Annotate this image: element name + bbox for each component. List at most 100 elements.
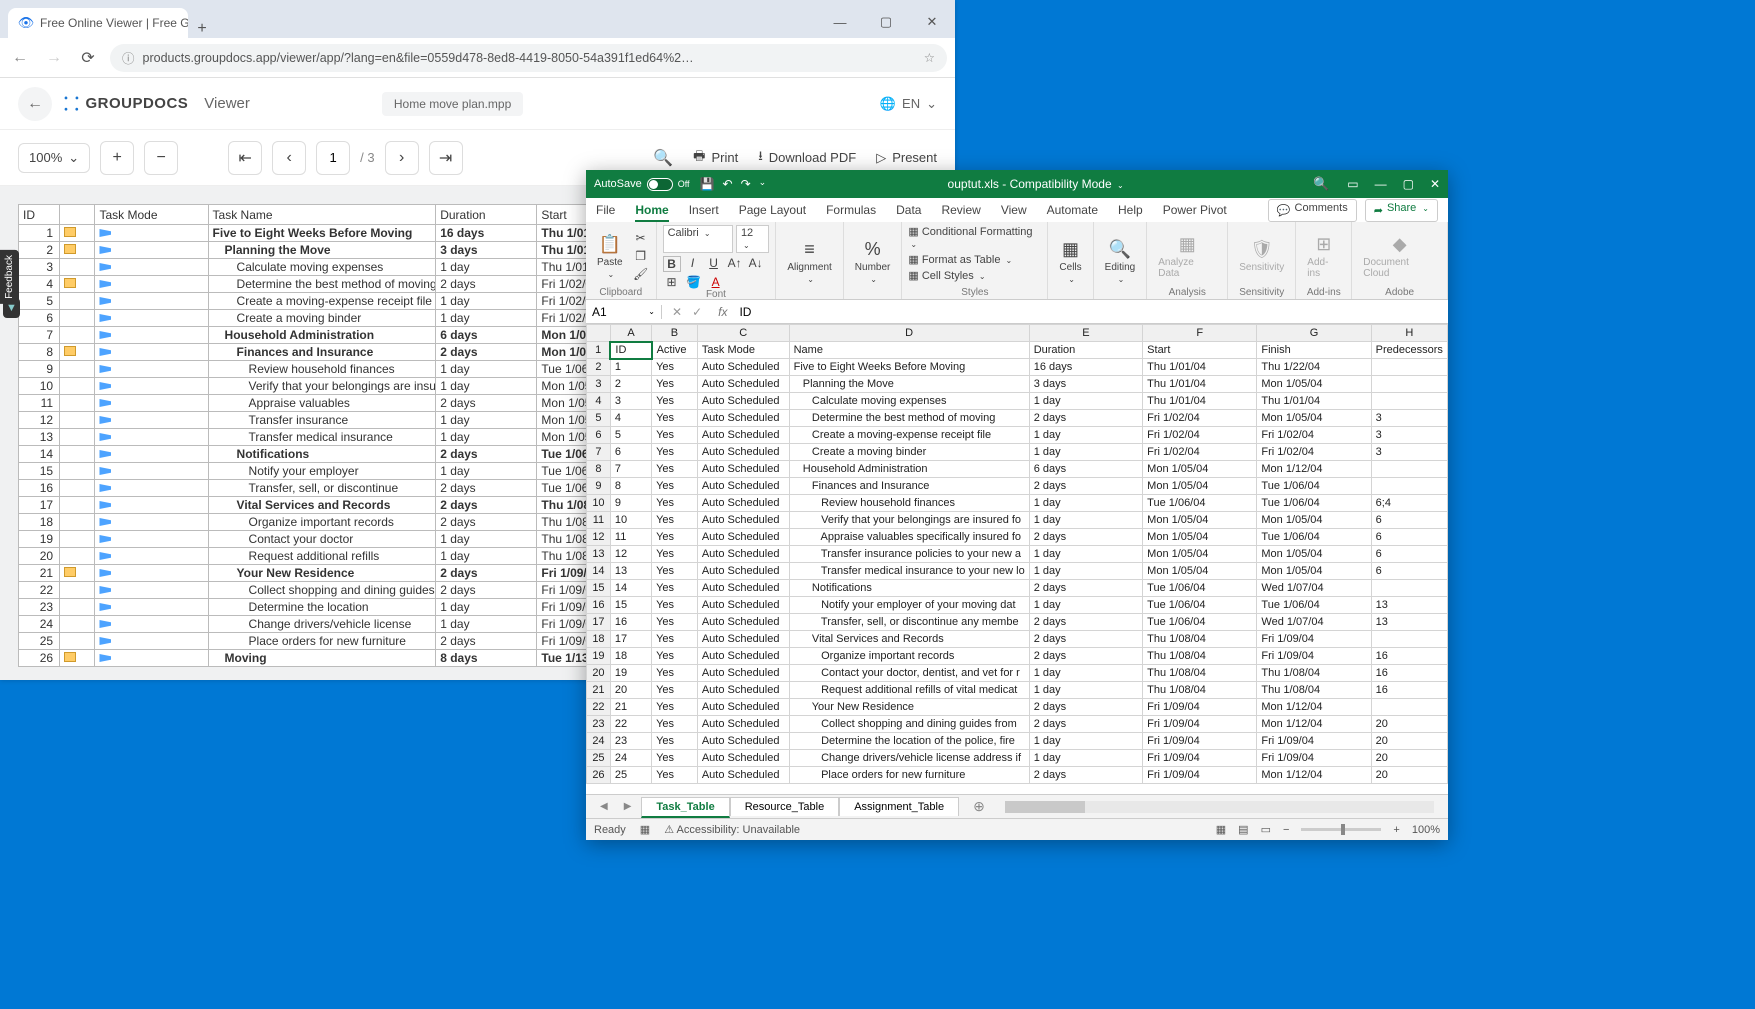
- cell[interactable]: 7: [610, 461, 651, 478]
- format-as-table-button[interactable]: ▦ Format as Table ⌄: [908, 253, 1012, 266]
- cell[interactable]: 19: [610, 665, 651, 682]
- cell[interactable]: Yes: [652, 597, 698, 614]
- maximize-button[interactable]: ▢: [863, 6, 909, 38]
- cell[interactable]: 6: [1371, 546, 1447, 563]
- cell[interactable]: Auto Scheduled: [697, 597, 789, 614]
- row-header[interactable]: 9: [587, 478, 611, 495]
- cell[interactable]: Yes: [652, 444, 698, 461]
- address-bar[interactable]: ⓘ products.groupdocs.app/viewer/app/?lan…: [110, 44, 947, 72]
- macro-icon[interactable]: ▦: [640, 823, 650, 836]
- cell[interactable]: 6: [1371, 563, 1447, 580]
- cell[interactable]: 3: [1371, 444, 1447, 461]
- share-button[interactable]: ➦ Share ⌄: [1365, 199, 1438, 222]
- cell[interactable]: Five to Eight Weeks Before Moving: [789, 359, 1029, 376]
- table-row[interactable]: 54YesAuto Scheduled Determine the best m…: [587, 410, 1448, 427]
- cell[interactable]: Yes: [652, 478, 698, 495]
- cell[interactable]: Auto Scheduled: [697, 495, 789, 512]
- table-row[interactable]: 1615YesAuto Scheduled Notify your employ…: [587, 597, 1448, 614]
- last-page-button[interactable]: ⇥: [429, 141, 463, 175]
- cell[interactable]: Transfer medical insurance to your new l…: [789, 563, 1029, 580]
- cell[interactable]: Auto Scheduled: [697, 359, 789, 376]
- cell[interactable]: Thu 1/01/04: [1143, 393, 1257, 410]
- cell[interactable]: 1 day: [1029, 427, 1142, 444]
- increase-font-icon[interactable]: A↑: [726, 256, 744, 272]
- cell[interactable]: 13: [610, 563, 651, 580]
- row-header[interactable]: 10: [587, 495, 611, 512]
- cell[interactable]: Planning the Move: [789, 376, 1029, 393]
- cell[interactable]: Yes: [652, 376, 698, 393]
- cell[interactable]: Auto Scheduled: [697, 648, 789, 665]
- cell[interactable]: Name: [789, 342, 1029, 359]
- row-header[interactable]: 7: [587, 444, 611, 461]
- cell[interactable]: [1371, 699, 1447, 716]
- cell[interactable]: 2 days: [1029, 580, 1142, 597]
- cell[interactable]: 3: [1371, 427, 1447, 444]
- cell[interactable]: 1 day: [1029, 563, 1142, 580]
- cell[interactable]: Fri 1/09/04: [1143, 699, 1257, 716]
- table-row[interactable]: 1110YesAuto Scheduled Verify that your b…: [587, 512, 1448, 529]
- table-row[interactable]: 76YesAuto Scheduled Create a moving bind…: [587, 444, 1448, 461]
- cell[interactable]: 11: [610, 529, 651, 546]
- cell[interactable]: Fri 1/09/04: [1257, 750, 1371, 767]
- gd-language-selector[interactable]: 🌐 EN ⌄: [880, 96, 937, 112]
- bold-button[interactable]: B: [663, 256, 681, 272]
- cell[interactable]: Yes: [652, 563, 698, 580]
- cell[interactable]: Determine the best method of moving: [789, 410, 1029, 427]
- column-header[interactable]: F: [1143, 325, 1257, 342]
- cell[interactable]: Household Administration: [789, 461, 1029, 478]
- cell[interactable]: Review household finances: [789, 495, 1029, 512]
- table-row[interactable]: 1817YesAuto Scheduled Vital Services and…: [587, 631, 1448, 648]
- table-row[interactable]: 1716YesAuto Scheduled Transfer, sell, or…: [587, 614, 1448, 631]
- cell[interactable]: 2 days: [1029, 631, 1142, 648]
- zoom-level[interactable]: 100%: [1412, 824, 1440, 836]
- cell[interactable]: Auto Scheduled: [697, 393, 789, 410]
- cell[interactable]: Yes: [652, 529, 698, 546]
- cell[interactable]: Yes: [652, 614, 698, 631]
- decrease-font-icon[interactable]: A↓: [747, 256, 765, 272]
- mpp-header[interactable]: Duration: [436, 205, 537, 225]
- cell[interactable]: 1 day: [1029, 665, 1142, 682]
- cell[interactable]: 1 day: [1029, 495, 1142, 512]
- row-header[interactable]: 19: [587, 648, 611, 665]
- download-button[interactable]: ⭳Download PDF: [758, 147, 856, 169]
- cell[interactable]: 2 days: [1029, 716, 1142, 733]
- number-button[interactable]: %Number⌄: [850, 237, 896, 286]
- cell[interactable]: 6: [610, 444, 651, 461]
- gd-back-button[interactable]: ←: [18, 87, 52, 121]
- cell[interactable]: Verify that your belongings are insured …: [789, 512, 1029, 529]
- cell[interactable]: 15: [610, 597, 651, 614]
- column-header[interactable]: E: [1029, 325, 1142, 342]
- accessibility-status[interactable]: ⚠ Accessibility: Unavailable: [664, 823, 800, 836]
- cell[interactable]: Thu 1/22/04: [1257, 359, 1371, 376]
- cell[interactable]: 1 day: [1029, 682, 1142, 699]
- table-row[interactable]: 43YesAuto Scheduled Calculate moving exp…: [587, 393, 1448, 410]
- cell[interactable]: 3: [610, 393, 651, 410]
- cell[interactable]: [1371, 631, 1447, 648]
- cell[interactable]: Thu 1/01/04: [1143, 376, 1257, 393]
- table-row[interactable]: 2625YesAuto Scheduled Place orders for n…: [587, 767, 1448, 784]
- cells-button[interactable]: ▦Cells⌄: [1054, 237, 1086, 286]
- horizontal-scrollbar[interactable]: [1005, 801, 1434, 813]
- cell[interactable]: 1 day: [1029, 750, 1142, 767]
- cell[interactable]: 10: [610, 512, 651, 529]
- cell[interactable]: Auto Scheduled: [697, 478, 789, 495]
- cell[interactable]: Fri 1/09/04: [1257, 631, 1371, 648]
- cell[interactable]: Auto Scheduled: [697, 410, 789, 427]
- cell[interactable]: 13: [1371, 597, 1447, 614]
- row-header[interactable]: 2: [587, 359, 611, 376]
- cell[interactable]: Thu 1/08/04: [1143, 631, 1257, 648]
- sheet-tab[interactable]: Assignment_Table: [839, 797, 959, 816]
- table-row[interactable]: 2019YesAuto Scheduled Contact your docto…: [587, 665, 1448, 682]
- cell[interactable]: Finish: [1257, 342, 1371, 359]
- undo-icon[interactable]: ↶: [723, 177, 733, 191]
- cell[interactable]: Yes: [652, 733, 698, 750]
- row-header[interactable]: 1: [587, 342, 611, 359]
- cell[interactable]: 24: [610, 750, 651, 767]
- ribbon-display-icon[interactable]: ▭: [1347, 177, 1358, 191]
- cell[interactable]: Create a moving binder: [789, 444, 1029, 461]
- cell[interactable]: Auto Scheduled: [697, 733, 789, 750]
- table-row[interactable]: 98YesAuto Scheduled Finances and Insuran…: [587, 478, 1448, 495]
- cell[interactable]: [1371, 359, 1447, 376]
- row-header[interactable]: 23: [587, 716, 611, 733]
- sheet-nav-next[interactable]: ▶: [618, 801, 638, 812]
